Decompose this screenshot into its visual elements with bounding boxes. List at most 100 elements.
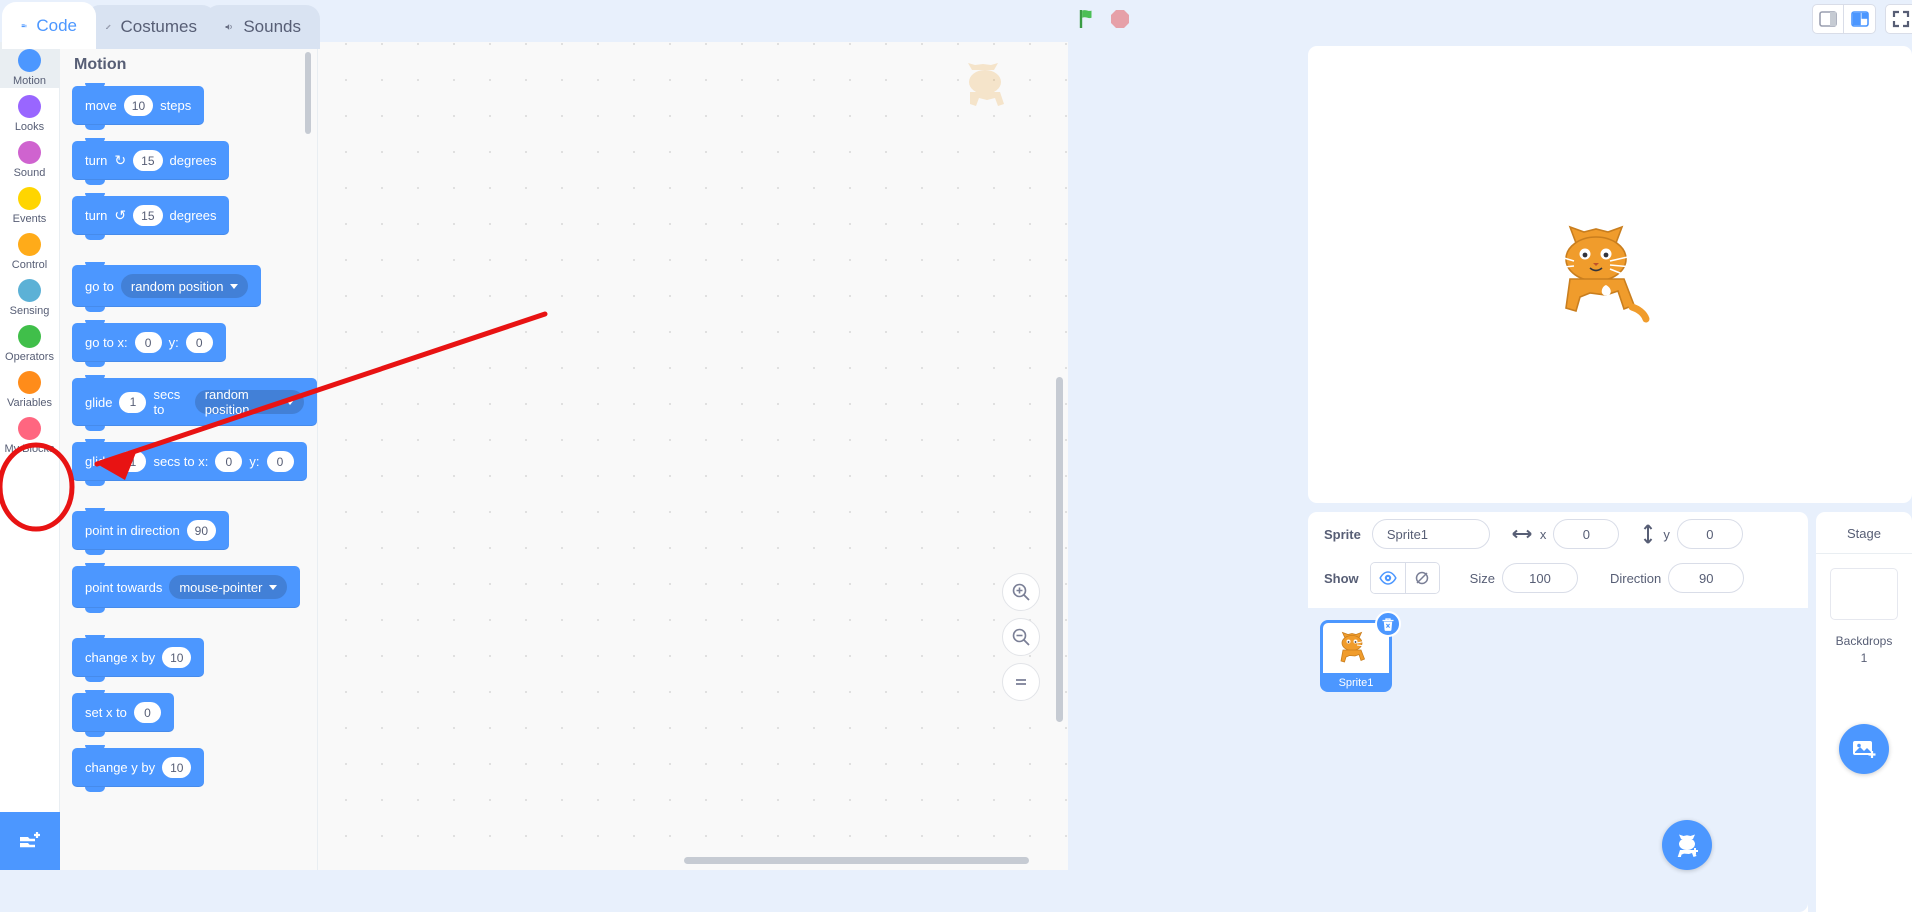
block-set-x-to[interactable]: set x to 0 — [72, 690, 174, 737]
block-dropdown[interactable]: mouse-pointer — [169, 575, 288, 599]
sprite-card-sprite1[interactable]: Sprite1 — [1320, 611, 1401, 692]
block-input[interactable]: 0 — [133, 702, 161, 723]
sprite-size-input[interactable]: 100 — [1501, 563, 1578, 593]
block-input[interactable]: 0 — [215, 451, 243, 472]
sprite-y-value: 0 — [1706, 526, 1714, 542]
zoom-out-icon — [1012, 628, 1030, 646]
block-dropdown-label: mouse-pointer — [179, 579, 263, 595]
block-input[interactable]: 10 — [162, 757, 192, 778]
brush-icon — [106, 24, 111, 30]
palette-scrollbar[interactable] — [305, 52, 311, 134]
block-glide-to[interactable]: glide 1 secs to random position — [72, 375, 317, 431]
chevron-down-icon — [286, 399, 294, 405]
block-text: go to x: — [85, 335, 128, 350]
sprite-thumb-cat-icon — [1340, 631, 1367, 663]
small-stage-button[interactable] — [1812, 4, 1844, 34]
block-change-x-by[interactable]: change x by 10 — [72, 635, 205, 682]
block-move-steps[interactable]: move 10 steps — [72, 83, 205, 130]
block-text: change x by — [85, 650, 156, 665]
add-sprite-cat-icon — [1677, 834, 1698, 857]
block-text: turn — [85, 153, 108, 168]
code-scrollbar-horizontal[interactable] — [684, 857, 1029, 864]
show-visible-button[interactable] — [1370, 563, 1405, 593]
category-looks[interactable]: Looks — [0, 88, 59, 134]
add-backdrop-icon — [1853, 741, 1876, 758]
block-text: secs to x: — [153, 454, 209, 469]
category-operators[interactable]: Operators — [0, 318, 59, 364]
category-label: Operators — [5, 350, 54, 363]
stop-icon[interactable] — [1108, 7, 1132, 31]
rotation-arrow-icon: ↻ — [114, 152, 127, 168]
block-input[interactable]: 90 — [186, 520, 217, 541]
stage-backdrop-thumbnail[interactable] — [1830, 568, 1898, 620]
sprite-name-input[interactable]: Sprite1 — [1371, 519, 1490, 549]
category-dot-icon — [18, 186, 41, 210]
block-dropdown[interactable]: random position — [120, 274, 249, 298]
chevron-down-icon — [269, 584, 278, 590]
category-variables[interactable]: Variables — [0, 364, 59, 410]
block-text: y: — [168, 335, 179, 350]
block-input[interactable]: 10 — [123, 95, 154, 116]
tab-costumes[interactable]: Costumes — [86, 5, 216, 49]
tab-sounds-label: Sounds — [243, 17, 301, 36]
block-text: go to — [85, 278, 114, 294]
category-control[interactable]: Control — [0, 226, 59, 272]
block-input[interactable]: 0 — [134, 332, 162, 353]
show-hidden-button[interactable] — [1404, 563, 1439, 593]
block-glide-to-xy[interactable]: glide 1 secs to x: 0 y: 0 — [72, 439, 307, 486]
sprite-y-input[interactable]: 0 — [1676, 519, 1743, 549]
block-point-in-direction[interactable]: point in direction 90 — [72, 508, 230, 555]
zoom-out-button[interactable] — [1002, 618, 1040, 656]
large-stage-button[interactable] — [1844, 4, 1876, 34]
stage-canvas[interactable] — [1308, 46, 1912, 503]
block-change-y-by[interactable]: change y by 10 — [72, 745, 205, 792]
block-palette[interactable]: Motion move 10 steps turn ↻ 15 degrees turn ↺ 15 d… — [60, 42, 318, 870]
block-input[interactable]: 0 — [266, 451, 294, 472]
add-backdrop-button[interactable] — [1839, 724, 1889, 774]
stage-sprite-cat[interactable] — [1550, 223, 1670, 327]
category-sensing[interactable]: Sensing — [0, 272, 59, 318]
block-turn-right[interactable]: turn ↻ 15 degrees — [72, 138, 230, 185]
block-go-to[interactable]: go to random position — [72, 262, 262, 312]
code-scrollbar-vertical[interactable] — [1056, 377, 1063, 722]
block-input[interactable]: 15 — [133, 205, 163, 226]
tab-bar: Code Costumes Sounds — [0, 0, 1912, 49]
zoom-in-icon — [1012, 583, 1030, 601]
stage-selector-panel: Stage Backdrops 1 — [1816, 512, 1912, 912]
category-my-blocks[interactable]: My Blocks — [0, 410, 59, 456]
fullscreen-button[interactable] — [1885, 4, 1912, 34]
block-dropdown[interactable]: random position — [194, 387, 304, 417]
block-input[interactable]: 10 — [162, 647, 192, 668]
zoom-in-button[interactable] — [1002, 573, 1040, 611]
sprite-delete-button[interactable] — [1375, 611, 1401, 637]
green-flag-icon[interactable] — [1076, 7, 1100, 31]
backpack-add-button[interactable] — [0, 812, 60, 870]
sprite-direction-input[interactable]: 90 — [1668, 563, 1745, 593]
block-input[interactable]: 15 — [133, 150, 163, 171]
category-sound[interactable]: Sound — [0, 134, 59, 180]
block-input[interactable]: 0 — [185, 332, 213, 353]
sprite-x-input[interactable]: 0 — [1553, 519, 1620, 549]
block-turn-left[interactable]: turn ↺ 15 degrees — [72, 193, 230, 240]
fullscreen-icon — [1892, 10, 1910, 28]
code-canvas[interactable] — [318, 42, 1068, 870]
watermark-cat-icon — [968, 63, 1004, 106]
block-point-towards[interactable]: point towards mouse-pointer — [72, 563, 301, 613]
vertical-arrows-icon — [1644, 524, 1653, 544]
zoom-reset-button[interactable] — [1002, 663, 1040, 701]
block-text: secs to — [153, 387, 181, 417]
block-input[interactable]: 1 — [119, 451, 147, 472]
sprite-card-label: Sprite1 — [1338, 677, 1374, 689]
add-sprite-button[interactable] — [1662, 820, 1712, 870]
block-go-to-xy[interactable]: go to x: 0 y: 0 — [72, 320, 226, 367]
tab-sounds[interactable]: Sounds — [205, 5, 320, 49]
zoom-reset-icon — [1016, 679, 1026, 685]
block-text: degrees — [169, 153, 217, 168]
tab-code[interactable]: Code — [2, 2, 96, 49]
block-input[interactable]: 1 — [119, 391, 147, 413]
sprite-info-row-2: Show Size 100 Direction 90 — [1308, 556, 1808, 600]
block-text: move — [85, 98, 117, 113]
category-events[interactable]: Events — [0, 180, 59, 226]
category-dot-icon — [18, 324, 41, 348]
large-stage-icon — [1850, 11, 1869, 27]
